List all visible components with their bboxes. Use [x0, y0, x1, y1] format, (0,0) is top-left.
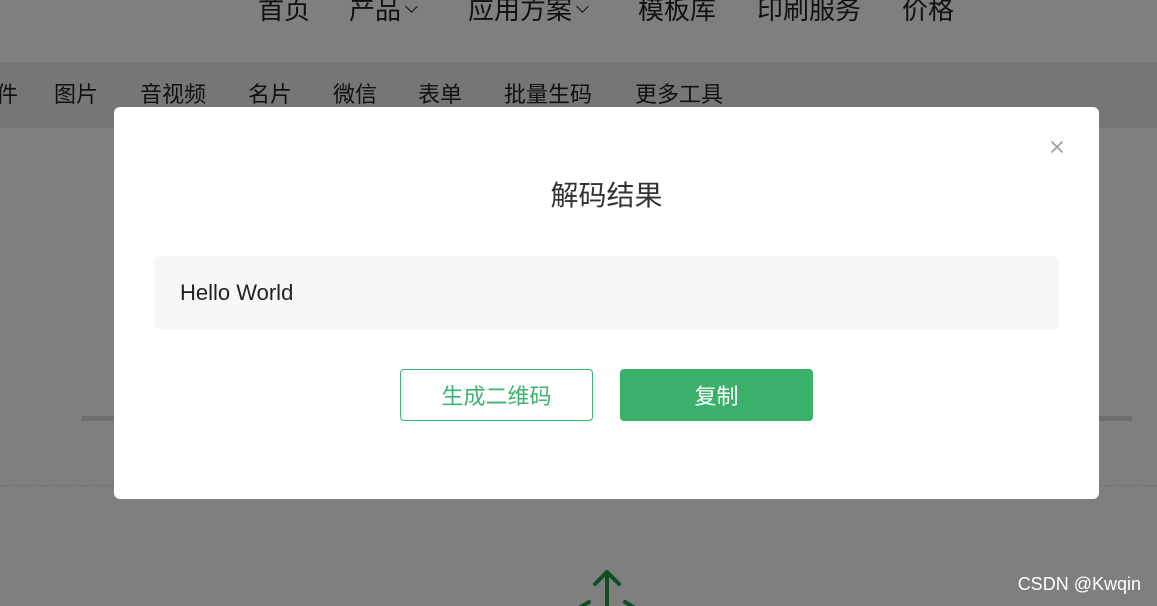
dialog-title: 解码结果 — [550, 179, 663, 212]
decode-result-box: Hello World — [154, 256, 1059, 329]
decode-result-text: Hello World — [180, 280, 294, 305]
close-icon[interactable] — [1049, 139, 1065, 155]
decode-result-dialog: 解码结果 Hello World 生成二维码 复制 — [114, 107, 1099, 499]
watermark: CSDN @Kwqin — [1017, 574, 1141, 594]
copy-button[interactable]: 复制 — [620, 369, 813, 421]
generate-qrcode-button[interactable]: 生成二维码 — [400, 369, 593, 421]
